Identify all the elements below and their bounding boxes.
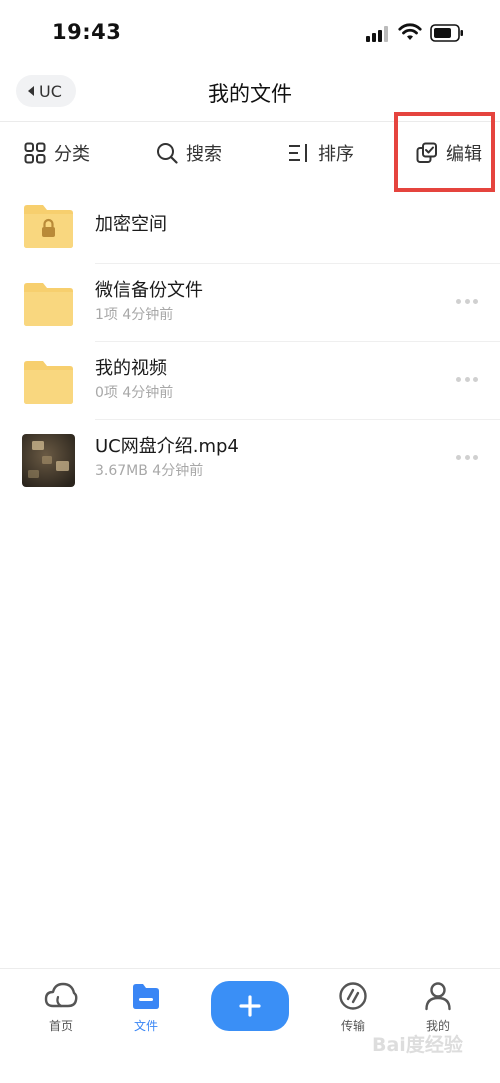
tab-files[interactable]: 文件 [111,981,181,1034]
file-name: 微信备份文件 [95,280,203,301]
wifi-icon [398,23,422,40]
list-item-video-file[interactable]: UC网盘介绍.mp4 3.67MB 4分钟前 [0,420,500,498]
sort-button[interactable]: 排序 [288,140,354,166]
category-label: 分类 [54,144,90,165]
status-bar: 19:43 [0,0,500,66]
folder-icon [24,361,73,404]
file-name: 加密空间 [95,214,167,235]
file-name: UC网盘介绍.mp4 [95,436,239,457]
plus-icon [239,995,261,1017]
search-label: 搜索 [186,144,222,165]
more-options-icon[interactable] [456,299,478,305]
transfer-icon [339,982,367,1010]
cellular-signal-icon [366,26,390,42]
sort-icon [289,144,307,162]
list-item-encrypted-space[interactable]: 加密空间 [0,186,500,264]
more-options-icon[interactable] [456,455,478,461]
user-icon [425,982,451,1011]
add-button[interactable] [211,981,289,1031]
sort-label: 排序 [318,144,354,165]
highlight-annotation-box [394,112,495,192]
tab-home[interactable]: 首页 [26,981,96,1034]
file-meta: 1项 4分钟前 [95,307,174,323]
file-name: 我的视频 [95,358,167,379]
tab-mine[interactable]: 我的 [403,981,473,1034]
tab-transfer[interactable]: 传输 [318,981,388,1034]
file-meta: 0项 4分钟前 [95,385,174,401]
tab-files-label: 文件 [133,1019,158,1033]
folder-tab-icon [133,984,159,1009]
search-button[interactable]: 搜索 [156,140,222,166]
bottom-tab-bar: 首页 文件 传输 我的 [0,968,500,1083]
list-item-wechat-backup[interactable]: 微信备份文件 1项 4分钟前 [0,264,500,342]
more-options-icon[interactable] [456,377,478,383]
battery-icon [430,24,463,42]
status-time: 19:43 [52,20,122,44]
file-list: 加密空间 微信备份文件 1项 4分钟前 我的视频 0项 4分钟前 UC网盘介绍.… [0,186,500,498]
category-button[interactable]: 分类 [24,140,90,166]
cloud-icon [44,982,78,1008]
list-item-my-videos[interactable]: 我的视频 0项 4分钟前 [0,342,500,420]
lock-folder-icon [24,205,73,248]
video-thumbnail [22,434,75,487]
folder-icon [24,283,73,326]
tab-home-label: 首页 [48,1019,73,1033]
search-icon [157,143,178,164]
grid-icon [24,142,46,164]
watermark: Bai度经验 [372,1034,463,1056]
page-title: 我的文件 [208,82,292,106]
file-meta: 3.67MB 4分钟前 [95,463,204,479]
